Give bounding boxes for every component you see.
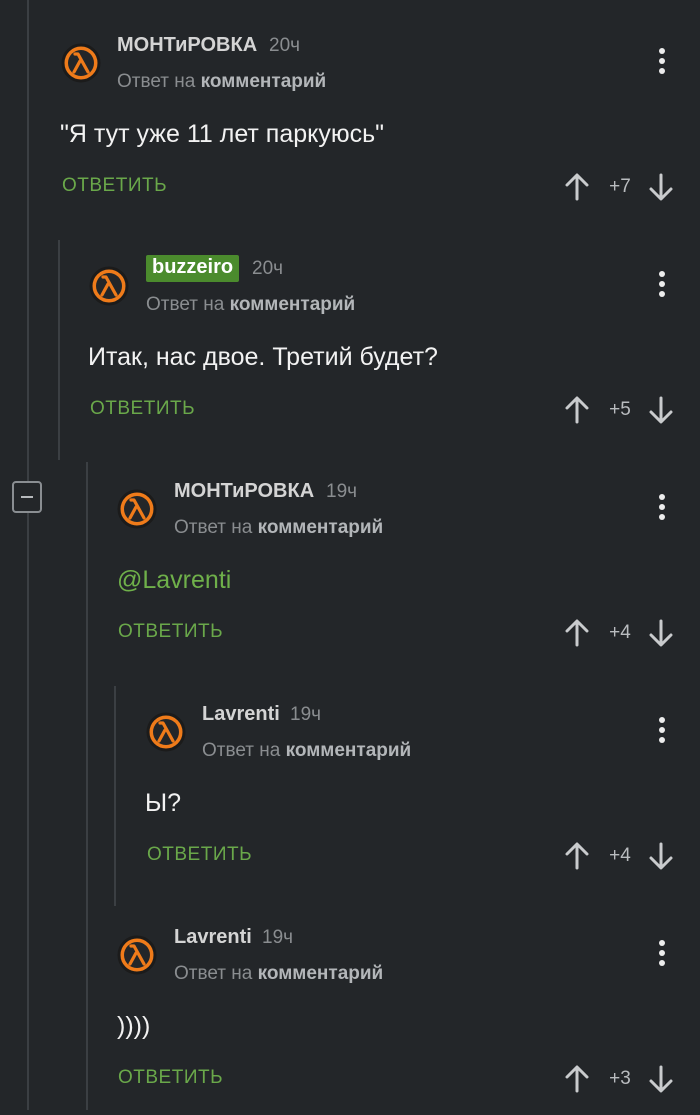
lambda-avatar-icon[interactable] — [146, 712, 186, 752]
lambda-avatar-icon[interactable] — [117, 935, 157, 975]
vote-score: +3 — [609, 1068, 631, 1089]
reply-to-line: Ответ на комментарий — [202, 740, 411, 762]
author-name[interactable]: Lavrenti — [174, 926, 252, 949]
comment-time: 19ч — [290, 704, 322, 725]
reply-to-line: Ответ на комментарий — [174, 963, 383, 985]
comment-time: 20ч — [252, 258, 284, 279]
more-vertical-icon[interactable] — [652, 717, 672, 745]
reply-prefix: Ответ на — [146, 294, 225, 315]
upvote-arrow-icon[interactable] — [562, 618, 592, 648]
reply-target-link[interactable]: комментарий — [258, 517, 384, 538]
reply-target-link[interactable]: комментарий — [258, 963, 384, 984]
more-vertical-icon[interactable] — [652, 940, 672, 968]
upvote-arrow-icon[interactable] — [562, 172, 592, 202]
more-vertical-icon[interactable] — [652, 271, 672, 299]
upvote-arrow-icon[interactable] — [562, 1064, 592, 1094]
downvote-arrow-icon[interactable] — [646, 172, 676, 202]
vote-score: +7 — [609, 176, 631, 197]
more-vertical-icon[interactable] — [652, 494, 672, 522]
author-name[interactable]: МОНТиРОВКА — [174, 480, 314, 503]
lambda-avatar-icon[interactable] — [89, 266, 129, 306]
lambda-avatar-icon[interactable] — [117, 489, 157, 529]
reply-button[interactable]: ОТВЕТИТЬ — [118, 1067, 223, 1089]
downvote-arrow-icon[interactable] — [646, 1064, 676, 1094]
comment-time: 20ч — [269, 35, 301, 56]
reply-button[interactable]: ОТВЕТИТЬ — [118, 621, 223, 643]
lambda-avatar-icon[interactable] — [61, 43, 101, 83]
comment-text: Итак, нас двое. Третий будет? — [88, 343, 438, 371]
reply-target-link[interactable]: комментарий — [201, 71, 327, 92]
vote-score: +5 — [609, 399, 631, 420]
comment-time: 19ч — [326, 481, 358, 502]
author-name[interactable]: buzzeiro — [146, 255, 240, 282]
comment-text: Ы? — [145, 789, 182, 817]
author-name[interactable]: Lavrenti — [202, 703, 280, 726]
comment: Lavrenti 19ч Ответ на комментарий Ы? ОТВ… — [0, 669, 700, 892]
comment-text: )))) — [117, 1012, 151, 1040]
downvote-arrow-icon[interactable] — [646, 618, 676, 648]
comment: buzzeiro 20ч Ответ на комментарий Итак, … — [0, 223, 700, 446]
reply-to-line: Ответ на комментарий — [174, 517, 383, 539]
reply-button[interactable]: ОТВЕТИТЬ — [90, 398, 195, 420]
reply-to-line: Ответ на комментарий — [117, 71, 326, 93]
author-name[interactable]: МОНТиРОВКА — [117, 34, 257, 57]
reply-button[interactable]: ОТВЕТИТЬ — [147, 844, 252, 866]
downvote-arrow-icon[interactable] — [646, 395, 676, 425]
reply-prefix: Ответ на — [202, 740, 281, 761]
reply-prefix: Ответ на — [174, 963, 253, 984]
upvote-arrow-icon[interactable] — [562, 395, 592, 425]
reply-target-link[interactable]: комментарий — [286, 740, 412, 761]
comment: МОНТиРОВКА 20ч Ответ на комментарий "Я т… — [0, 0, 700, 223]
more-vertical-icon[interactable] — [652, 48, 672, 76]
downvote-arrow-icon[interactable] — [646, 841, 676, 871]
comment: Lavrenti 19ч Ответ на комментарий )))) О… — [0, 892, 700, 1115]
reply-prefix: Ответ на — [117, 71, 196, 92]
upvote-arrow-icon[interactable] — [562, 841, 592, 871]
reply-to-line: Ответ на комментарий — [146, 294, 355, 316]
comment-text: "Я тут уже 11 лет паркуюсь" — [60, 120, 385, 148]
reply-target-link[interactable]: комментарий — [230, 294, 356, 315]
user-mention-link[interactable]: @Lavrenti — [117, 566, 231, 595]
comment-time: 19ч — [262, 927, 294, 948]
vote-score: +4 — [609, 845, 631, 866]
reply-prefix: Ответ на — [174, 517, 253, 538]
comment: МОНТиРОВКА 19ч Ответ на комментарий @Lav… — [0, 446, 700, 669]
vote-score: +4 — [609, 622, 631, 643]
reply-button[interactable]: ОТВЕТИТЬ — [62, 175, 167, 197]
